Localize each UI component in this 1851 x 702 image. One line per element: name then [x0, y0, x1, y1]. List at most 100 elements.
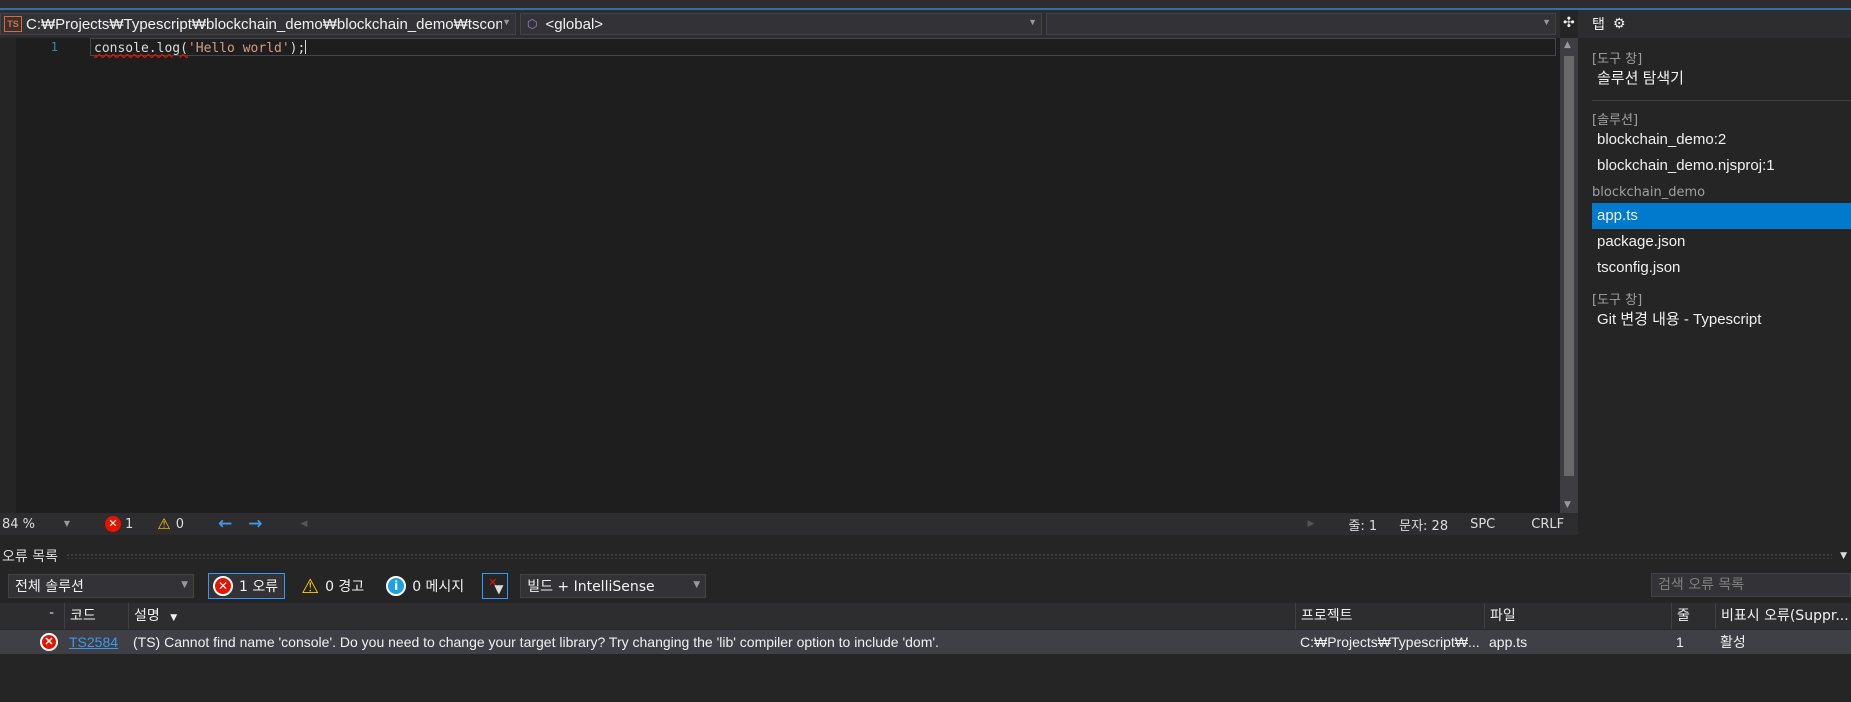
- messages-filter-button[interactable]: i 0 메시지: [382, 573, 470, 599]
- error-count: 1: [125, 516, 134, 532]
- spacing-indicator[interactable]: SPC: [1470, 517, 1495, 532]
- chevron-down-icon: ▼: [1028, 17, 1037, 27]
- chevron-down-icon: ▼: [1542, 17, 1551, 27]
- error-code-link[interactable]: TS2584: [69, 634, 118, 650]
- panel-item-solution-explorer[interactable]: 솔루션 탐색기: [1578, 66, 1851, 92]
- editor-status-bar: 84 % ▼ ✕ 1 ⚠ 0 ← → ◀ ▶ 줄: 1 문자: 28 SPC C…: [0, 513, 1578, 535]
- grip-dots: [65, 553, 1833, 559]
- error-list-header: ⁼ 코드 설명 ▼ 프로젝트 파일 줄 비표시 오류(Suppr...: [0, 603, 1851, 629]
- error-icon: ✕: [40, 633, 58, 651]
- info-icon: i: [386, 576, 407, 596]
- scope-filter-dropdown[interactable]: 전체 솔루션 ▼: [8, 574, 194, 598]
- error-icon: ✕: [105, 516, 121, 532]
- divider: [1592, 100, 1851, 101]
- panel-item-project[interactable]: blockchain_demo.njsproj:1: [1578, 153, 1851, 179]
- zoom-level: 84 %: [2, 516, 36, 532]
- window-top-border: [0, 0, 1851, 10]
- typescript-file-icon: TS: [4, 16, 22, 32]
- column-header-description-label: 설명: [134, 608, 160, 624]
- zoom-dropdown[interactable]: 84 % ▼: [0, 517, 70, 532]
- clear-filter-button[interactable]: ✕ ▼: [482, 573, 509, 599]
- scope-filter-label: 전체 솔루션: [15, 579, 84, 595]
- error-project: C:₩Projects₩Typescript₩...: [1300, 634, 1480, 650]
- error-list-search-input[interactable]: 검색 오류 목록: [1651, 573, 1851, 597]
- column-icon-header[interactable]: ⁼: [0, 603, 62, 629]
- error-count-indicator[interactable]: ✕ 1: [105, 516, 133, 532]
- warning-icon: ⚠: [301, 574, 320, 598]
- arrow-right-icon[interactable]: →: [248, 514, 262, 534]
- hscroll-left-icon[interactable]: ◀: [301, 519, 308, 529]
- section-label: [도구 창]: [1592, 293, 1643, 308]
- chevron-down-icon: ▼: [63, 518, 70, 528]
- column-header-suppression[interactable]: 비표시 오류(Suppr...: [1715, 603, 1851, 629]
- warning-count: 0: [175, 516, 185, 532]
- chevron-down-icon: ▼: [502, 17, 511, 27]
- scroll-down-icon[interactable]: ▼: [1564, 500, 1571, 510]
- section-label: [솔루션]: [1592, 113, 1639, 128]
- tab-panel-title: 탭: [1592, 17, 1605, 33]
- table-row[interactable]: ✕ TS2584 (TS) Cannot find name 'console'…: [0, 630, 1851, 654]
- warning-icon: ⚠: [157, 515, 171, 533]
- filter-icon: ▼: [494, 582, 504, 596]
- editor-navigation-bar: TS C:₩Projects₩Typescript₩blockchain_dem…: [0, 10, 1560, 38]
- column-header-line[interactable]: 줄: [1671, 603, 1715, 629]
- panel-item-git-changes[interactable]: Git 변경 내용 - Typescript: [1578, 307, 1851, 333]
- cube-icon: ⬡: [527, 17, 538, 31]
- column-header-description[interactable]: 설명 ▼: [128, 603, 1295, 629]
- line-number: 1: [50, 40, 58, 54]
- scroll-up-icon[interactable]: ▲: [1564, 40, 1571, 50]
- column-header-project[interactable]: 프로젝트: [1295, 603, 1484, 629]
- error-description: (TS) Cannot find name 'console'. Do you …: [133, 634, 939, 650]
- tab-panel-header: 탭 ⚙: [1578, 10, 1851, 38]
- error-list-title: 오류 목록: [2, 549, 58, 565]
- section-label: [도구 창]: [1592, 52, 1643, 67]
- errors-filter-button[interactable]: ✕ 1 오류: [208, 573, 286, 599]
- code-suffix: );: [289, 41, 306, 56]
- section-label: blockchain_demo: [1592, 185, 1706, 200]
- code-identifier: console.log(: [94, 41, 188, 56]
- warnings-filter-label: 0 경고: [325, 579, 365, 595]
- member-dropdown[interactable]: ▼: [1046, 13, 1556, 35]
- split-icon[interactable]: ✣: [1563, 15, 1575, 31]
- error-icon: ✕: [213, 576, 233, 596]
- arrow-left-icon[interactable]: ←: [218, 514, 232, 534]
- panel-item-tsconfig-json[interactable]: tsconfig.json: [1578, 255, 1851, 281]
- column-header-file[interactable]: 파일: [1484, 603, 1671, 629]
- column-header-code[interactable]: 코드: [64, 603, 128, 629]
- errors-filter-label: 1 오류: [239, 579, 279, 595]
- error-list-toolbar: 전체 솔루션 ▼ ✕ 1 오류 ⚠ 0 경고 i 0 메시지 ✕ ▼ 빌드 + …: [0, 571, 1851, 601]
- file-path: C:₩Projects₩Typescript₩blockchain_demo₩b…: [26, 15, 502, 33]
- chevron-down-icon: ▼: [693, 580, 701, 590]
- column-indicator: 문자: 28: [1399, 518, 1449, 534]
- source-filter-dropdown[interactable]: 빌드 + IntelliSense ▼: [520, 574, 707, 598]
- chevron-down-icon[interactable]: ▼: [1840, 551, 1847, 561]
- source-filter-label: 빌드 + IntelliSense: [527, 579, 655, 595]
- warning-count-indicator[interactable]: ⚠ 0: [157, 515, 184, 533]
- vertical-scrollbar[interactable]: ▲ ▼: [1560, 38, 1578, 513]
- error-suppression-state: 활성: [1720, 634, 1746, 650]
- error-list-titlebar: 오류 목록 ▼: [0, 546, 1851, 566]
- tab-panel: ✣ 탭 ⚙ [도구 창] 솔루션 탐색기 [솔루션] blockchain_de…: [1563, 10, 1851, 535]
- code-editor[interactable]: 1 console.log('Hello world');: [0, 38, 1560, 513]
- messages-filter-label: 0 메시지: [412, 579, 465, 595]
- panel-item-package-json[interactable]: package.json: [1578, 229, 1851, 255]
- sort-down-icon: ▼: [170, 613, 178, 623]
- chevron-down-icon: ▼: [181, 580, 188, 590]
- line-ending-indicator[interactable]: CRLF: [1531, 517, 1564, 532]
- scope-label: <global>: [545, 15, 604, 33]
- scrollbar-thumb[interactable]: [1564, 56, 1574, 476]
- error-file: app.ts: [1489, 634, 1528, 650]
- code-string: 'Hello world': [187, 41, 290, 56]
- code-line[interactable]: console.log('Hello world');: [94, 40, 307, 56]
- error-line: 1: [1676, 634, 1684, 650]
- scope-dropdown[interactable]: ⬡ <global> ▼: [520, 13, 1042, 35]
- warnings-filter-button[interactable]: ⚠ 0 경고: [297, 573, 370, 599]
- current-line-highlight: [90, 38, 1556, 56]
- panel-item-app-ts[interactable]: app.ts: [1592, 203, 1851, 229]
- hscroll-right-icon[interactable]: ▶: [1307, 519, 1314, 529]
- gear-icon[interactable]: ⚙: [1613, 16, 1626, 32]
- editor-margin: [0, 38, 16, 513]
- line-indicator: 줄: 1: [1348, 518, 1378, 534]
- project-dropdown[interactable]: TS C:₩Projects₩Typescript₩blockchain_dem…: [0, 13, 516, 35]
- panel-item-solution[interactable]: blockchain_demo:2: [1578, 127, 1851, 153]
